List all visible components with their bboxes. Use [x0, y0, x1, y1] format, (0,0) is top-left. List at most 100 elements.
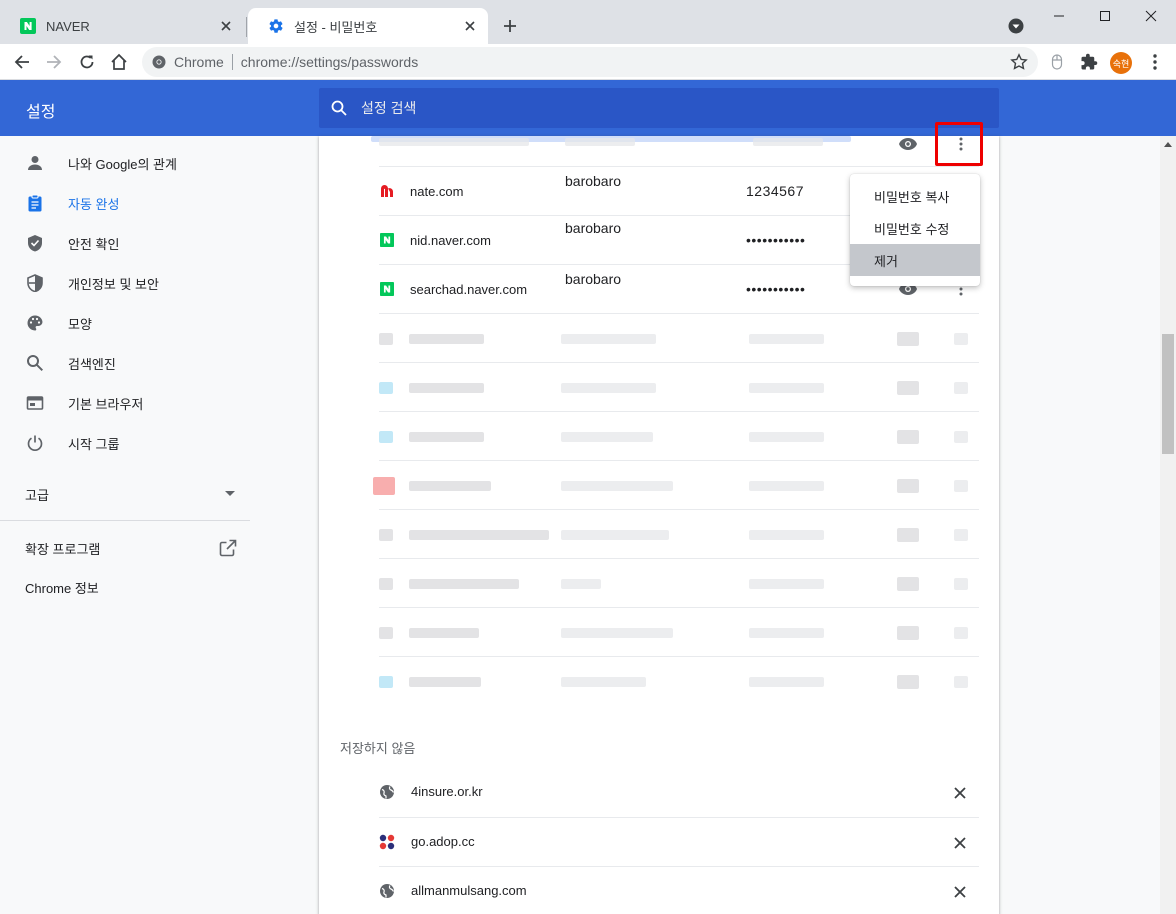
forward-button[interactable]: [41, 49, 67, 75]
power-icon: [24, 432, 46, 454]
settings-sidebar: 나와 Google의 관계 자동 완성 안전 확인 개인정보 및 보안 모양 검…: [0, 136, 266, 914]
browser-icon: [24, 392, 46, 414]
home-button[interactable]: [106, 49, 132, 75]
person-icon: [24, 152, 46, 174]
chevron-down-circle-icon: [1008, 18, 1024, 34]
blurred-password-row: [379, 362, 979, 411]
scroll-up-arrow[interactable]: [1160, 136, 1176, 152]
sidebar-advanced-toggle[interactable]: 고급: [25, 482, 235, 506]
never-saved-heading: 저장하지 않음: [340, 741, 416, 756]
reload-icon: [80, 55, 94, 69]
puzzle-icon: [1081, 53, 1098, 70]
highlight-annotation: [935, 122, 983, 166]
scrollbar-thumb[interactable]: [1162, 334, 1174, 454]
site-name: 4insure.or.kr: [411, 784, 483, 799]
address-bar[interactable]: Chrome chrome://settings/passwords: [142, 47, 1038, 77]
menu-item-edit-password[interactable]: 비밀번호 수정: [850, 212, 980, 244]
search-placeholder: 설정 검색: [361, 100, 417, 116]
never-saved-row: go.adop.cc: [379, 817, 979, 866]
maximize-button[interactable]: [1082, 0, 1128, 32]
close-icon[interactable]: [462, 18, 478, 34]
tab-title: 설정 - 비밀번호: [294, 19, 378, 35]
new-tab-button[interactable]: [498, 14, 522, 38]
sidebar-item-safety-check[interactable]: 안전 확인: [0, 223, 266, 263]
remove-exception-button[interactable]: [951, 883, 969, 901]
globe-icon: [379, 883, 395, 899]
show-password-button[interactable]: [897, 134, 919, 154]
browser-toolbar: Chrome chrome://settings/passwords 숙현: [0, 44, 1176, 80]
tab-settings-passwords[interactable]: 설정 - 비밀번호: [248, 8, 488, 44]
open-in-new-icon: [219, 539, 237, 557]
profile-avatar[interactable]: 숙현: [1110, 52, 1132, 74]
blurred-password-row: [379, 313, 979, 362]
blurred-password-row: [379, 656, 979, 705]
reload-button[interactable]: [74, 49, 100, 75]
close-icon: [954, 886, 966, 898]
url-text[interactable]: chrome://settings/passwords: [241, 54, 418, 70]
close-icon: [1145, 10, 1157, 22]
tab-naver[interactable]: NAVER: [0, 8, 244, 44]
bookmark-star-icon[interactable]: [1010, 53, 1028, 71]
sidebar-item-label: 검색엔진: [68, 356, 116, 372]
site-name: allmanmulsang.com: [411, 883, 527, 898]
mouse-extension-button[interactable]: [1044, 49, 1070, 75]
sidebar-item-label: 시작 그룹: [68, 436, 120, 452]
page-scrollbar[interactable]: [1160, 136, 1176, 914]
site-name[interactable]: searchad.naver.com: [410, 282, 527, 297]
shield-half-icon: [24, 272, 46, 294]
blurred-site: [379, 138, 529, 146]
extensions-button[interactable]: [1076, 49, 1102, 75]
sidebar-item-privacy[interactable]: 개인정보 및 보안: [0, 263, 266, 303]
blurred-password-row: [379, 509, 979, 558]
close-icon: [954, 837, 966, 849]
minimize-icon: [1054, 15, 1064, 17]
sidebar-divider: [0, 520, 250, 521]
sidebar-item-appearance[interactable]: 모양: [0, 303, 266, 343]
caret-down-icon: [225, 491, 235, 496]
blurred-password-row: [379, 558, 979, 607]
naver-icon: [379, 281, 395, 297]
eye-icon: [899, 138, 917, 150]
blurred-password: [753, 138, 823, 146]
sidebar-item-google[interactable]: 나와 Google의 관계: [0, 143, 266, 183]
settings-search-input[interactable]: 설정 검색: [319, 88, 999, 128]
menu-item-remove[interactable]: 제거: [850, 244, 980, 276]
back-button[interactable]: [9, 49, 35, 75]
window-close-button[interactable]: [1128, 0, 1174, 32]
sidebar-item-autofill[interactable]: 자동 완성: [0, 183, 266, 223]
minimize-button[interactable]: [1036, 0, 1082, 32]
maximize-icon: [1100, 11, 1110, 21]
menu-item-copy-password[interactable]: 비밀번호 복사: [850, 180, 980, 212]
chrome-logo-icon: [152, 55, 166, 69]
remove-exception-button[interactable]: [951, 834, 969, 852]
sidebar-advanced-label: 고급: [25, 487, 49, 503]
search-icon: [24, 352, 46, 374]
sidebar-item-search-engine[interactable]: 검색엔진: [0, 343, 266, 383]
caret-up-icon: [1164, 141, 1172, 147]
mouse-icon: [1051, 54, 1063, 70]
sidebar-item-extensions[interactable]: 확장 프로그램: [25, 536, 237, 560]
sidebar-item-label: 자동 완성: [68, 196, 120, 212]
username-text: barobaro: [565, 271, 622, 287]
sidebar-item-on-startup[interactable]: 시작 그룹: [0, 423, 266, 463]
omnibox-separator: [231, 54, 233, 70]
chrome-menu-button[interactable]: [1142, 49, 1168, 75]
arrow-left-icon: [14, 55, 29, 69]
adop-icon: [379, 834, 395, 850]
blurred-password-row: [379, 411, 979, 460]
site-name[interactable]: nid.naver.com: [410, 233, 491, 248]
remove-exception-button[interactable]: [951, 784, 969, 802]
nate-icon: [379, 183, 395, 199]
sidebar-item-default-browser[interactable]: 기본 브라우저: [0, 383, 266, 423]
kebab-menu-icon: [1153, 54, 1157, 70]
home-icon: [111, 53, 127, 70]
password-text: 1234567: [746, 183, 805, 199]
sidebar-item-about-chrome[interactable]: Chrome 정보: [25, 578, 99, 598]
site-name[interactable]: nate.com: [410, 184, 463, 199]
tab-search-button[interactable]: [1006, 16, 1026, 36]
page-title: 설정: [26, 104, 56, 121]
close-icon[interactable]: [218, 18, 234, 34]
sidebar-item-label: 기본 브라우저: [68, 396, 144, 412]
password-context-menu: 비밀번호 복사 비밀번호 수정 제거: [850, 174, 980, 286]
site-label: Chrome: [174, 54, 224, 70]
